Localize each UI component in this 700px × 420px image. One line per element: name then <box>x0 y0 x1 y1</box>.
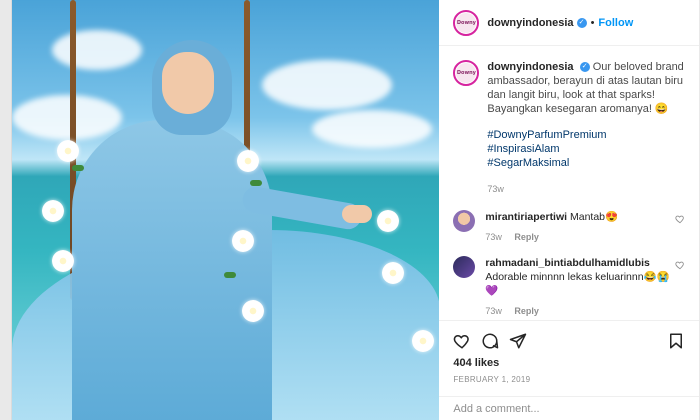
hashtag-link[interactable]: #SegarMaksimal <box>487 156 685 170</box>
share-icon[interactable] <box>509 332 527 350</box>
cloud <box>262 60 392 110</box>
comment-item: rahmadani_bintiabdulhamidlubis Adorable … <box>453 256 685 318</box>
add-comment-input[interactable] <box>453 403 686 414</box>
instagram-post: Downy downyindonesia ✓ • Follow Downy do… <box>11 0 700 420</box>
commenter-avatar[interactable] <box>453 256 476 278</box>
like-comment-heart-icon[interactable] <box>675 214 685 224</box>
leaf <box>250 180 262 186</box>
verified-badge-icon: ✓ <box>579 62 590 73</box>
heart-icon[interactable] <box>453 332 471 350</box>
flower <box>242 300 264 322</box>
follow-button[interactable]: Follow <box>598 17 633 29</box>
comment-text: Mantab😍 <box>570 211 619 223</box>
post-photo[interactable] <box>12 0 440 420</box>
downy-logo: Downy <box>456 63 477 83</box>
comment-body: mirantiriapertiwi Mantab😍 73w Reply <box>485 210 670 244</box>
caption-avatar[interactable]: Downy <box>453 60 480 86</box>
cloud <box>52 30 142 70</box>
post-date: FEBRUARY 1, 2019 <box>453 375 531 384</box>
reply-button[interactable]: Reply <box>514 306 539 316</box>
caption-timestamp[interactable]: 73w <box>487 182 685 196</box>
flower <box>412 330 434 352</box>
leaf <box>72 165 84 171</box>
verified-badge-icon: ✓ <box>576 17 587 28</box>
comment-item: mirantiriapertiwi Mantab😍 73w Reply <box>453 210 685 244</box>
cloud <box>12 95 122 140</box>
flower <box>377 210 399 232</box>
commenter-username[interactable]: mirantiriapertiwi <box>485 211 567 223</box>
flower <box>42 200 64 222</box>
comment-body: rahmadani_bintiabdulhamidlubis Adorable … <box>485 256 670 318</box>
comment-meta: 73w Reply <box>485 304 670 318</box>
comment-timestamp[interactable]: 73w <box>485 232 502 242</box>
face <box>162 52 214 114</box>
leaf <box>224 272 236 278</box>
commenter-username[interactable]: rahmadani_bintiabdulhamidlubis <box>485 257 650 269</box>
downy-logo: Downy <box>456 12 477 33</box>
action-icons <box>453 327 685 355</box>
post-side-panel: Downy downyindonesia ✓ • Follow Downy do… <box>439 0 700 420</box>
add-comment-bar <box>439 396 700 420</box>
comment-timestamp[interactable]: 73w <box>485 306 502 316</box>
hand <box>342 205 372 223</box>
post-header: Downy downyindonesia ✓ • Follow <box>439 0 699 46</box>
flower <box>382 262 404 284</box>
reply-button[interactable]: Reply <box>514 232 539 242</box>
like-comment-heart-icon[interactable] <box>675 260 685 270</box>
flower <box>57 140 79 162</box>
comment-meta: 73w Reply <box>485 230 670 244</box>
caption-text: downyindonesia ✓ Our beloved brand ambas… <box>487 60 685 210</box>
account-avatar[interactable]: Downy <box>453 9 480 36</box>
caption-username[interactable]: downyindonesia <box>487 61 573 73</box>
flower <box>52 250 74 272</box>
hashtag-list: #DownyParfumPremium #InspirasiAlam #Sega… <box>487 128 685 170</box>
flower <box>232 230 254 252</box>
hashtag-link[interactable]: #InspirasiAlam <box>487 142 685 156</box>
comment-text: Adorable minnnn lekas keluarinnn😂😭💜 <box>485 271 670 297</box>
flower <box>237 150 259 172</box>
commenter-avatar[interactable] <box>453 210 476 232</box>
comment-icon[interactable] <box>481 332 499 350</box>
comments-section: Downy downyindonesia ✓ Our beloved brand… <box>439 46 699 320</box>
account-username[interactable]: downyindonesia <box>487 17 573 29</box>
separator: • <box>590 16 595 29</box>
caption: Downy downyindonesia ✓ Our beloved brand… <box>453 60 685 210</box>
like-count[interactable]: 404 likes <box>453 357 685 369</box>
cloud <box>312 110 432 148</box>
bookmark-icon[interactable] <box>667 332 685 350</box>
hashtag-link[interactable]: #DownyParfumPremium <box>487 128 685 142</box>
